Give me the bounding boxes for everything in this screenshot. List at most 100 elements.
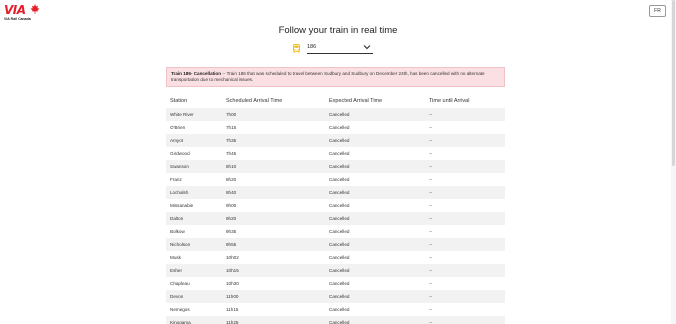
header-time-until-arrival: Time until Arrival <box>429 98 470 104</box>
cell-time-until: -- <box>429 112 433 117</box>
cell-scheduled-time: 8h40 <box>226 190 237 195</box>
cell-scheduled-time: 11h00 <box>226 294 239 299</box>
cell-time-until: -- <box>429 320 433 324</box>
alert-title: Train 186- Cancellation <box>171 71 222 76</box>
cancellation-alert: Train 186- Cancellation -- Train 186 tha… <box>166 67 505 87</box>
table-row: Devon 11h00 Cancelled -- <box>166 290 505 303</box>
cell-expected-time: Cancelled <box>329 320 350 324</box>
cell-station: Amyot <box>170 138 184 143</box>
cell-time-until: -- <box>429 255 433 260</box>
cell-time-until: -- <box>429 216 433 221</box>
cell-time-until: -- <box>429 294 433 299</box>
table-row: O'Brien 7h15 Cancelled -- <box>166 121 505 134</box>
cell-expected-time: Cancelled <box>329 164 350 169</box>
language-toggle-button[interactable]: FR <box>649 5 666 17</box>
table-row: Kinogama 11h25 Cancelled -- <box>166 316 505 324</box>
cell-expected-time: Cancelled <box>329 138 350 143</box>
header-station: Station <box>170 98 188 104</box>
cell-scheduled-time: 7h15 <box>226 125 237 130</box>
cell-expected-time: Cancelled <box>329 242 350 247</box>
chevron-down-icon[interactable] <box>363 44 371 50</box>
cell-station: Nicholson <box>170 242 191 247</box>
cell-station: Nemegos <box>170 307 190 312</box>
cell-scheduled-time: 7h35 <box>226 138 237 143</box>
table-row: Bolkow 9h35 Cancelled -- <box>166 225 505 238</box>
cell-time-until: -- <box>429 164 433 169</box>
train-number-value: 186 <box>307 44 317 50</box>
train-selector: 186 <box>293 43 383 55</box>
table-row: Amyot 7h35 Cancelled -- <box>166 134 505 147</box>
table-row: Nicholson 9h55 Cancelled -- <box>166 238 505 251</box>
cell-station: Swanson <box>170 164 189 169</box>
cell-scheduled-time: 9h00 <box>226 203 237 208</box>
cell-scheduled-time: 7h45 <box>226 151 237 156</box>
cell-station: Devon <box>170 294 184 299</box>
cell-expected-time: Cancelled <box>329 177 350 182</box>
cell-station: Franz <box>170 177 182 182</box>
train-number-select[interactable]: 186 <box>307 43 373 54</box>
cell-expected-time: Cancelled <box>329 268 350 273</box>
cell-expected-time: Cancelled <box>329 125 350 130</box>
table-row: Missanabie 9h00 Cancelled -- <box>166 199 505 212</box>
maple-leaf-icon <box>30 4 40 14</box>
table-body: White River 7h00 Cancelled -- O'Brien 7h15 Can… <box>166 108 505 324</box>
scrollbar-thumb[interactable] <box>672 0 675 166</box>
table-row: Franz 8h20 Cancelled -- <box>166 173 505 186</box>
cell-station: White River <box>170 112 194 117</box>
cell-scheduled-time: 10h30 <box>226 281 239 286</box>
table-row: Swanson 8h10 Cancelled -- <box>166 160 505 173</box>
cell-station: Musk <box>170 255 181 260</box>
cell-scheduled-time: 8h20 <box>226 177 237 182</box>
cell-station: Missanabie <box>170 203 194 208</box>
cell-time-until: -- <box>429 177 433 182</box>
cell-expected-time: Cancelled <box>329 294 350 299</box>
cell-time-until: -- <box>429 190 433 195</box>
cell-scheduled-time: 7h00 <box>226 112 237 117</box>
cell-station: Bolkow <box>170 229 185 234</box>
cell-time-until: -- <box>429 151 433 156</box>
table-row: Esher 10h15 Cancelled -- <box>166 264 505 277</box>
cell-time-until: -- <box>429 268 433 273</box>
cell-time-until: -- <box>429 203 433 208</box>
header-expected-arrival: Expected Arrival Time <box>329 98 383 104</box>
logo-subtext: VIA Rail Canada <box>4 17 31 21</box>
table-row: Girdwood 7h45 Cancelled -- <box>166 147 505 160</box>
cell-time-until: -- <box>429 307 433 312</box>
cell-scheduled-time: 10h02 <box>226 255 239 260</box>
cell-scheduled-time: 9h35 <box>226 229 237 234</box>
cell-expected-time: Cancelled <box>329 281 350 286</box>
cell-station: Lochalsh <box>170 190 189 195</box>
cell-scheduled-time: 10h15 <box>226 268 239 273</box>
cell-station: O'Brien <box>170 125 186 130</box>
page-title: Follow your train in real time <box>278 25 398 36</box>
cell-time-until: -- <box>429 229 433 234</box>
cell-time-until: -- <box>429 125 433 130</box>
cell-station: Kinogama <box>170 320 191 324</box>
cell-time-until: -- <box>429 138 433 143</box>
cell-scheduled-time: 9h20 <box>226 216 237 221</box>
via-rail-logo[interactable]: VIA VIA Rail Canada <box>4 4 44 24</box>
cell-expected-time: Cancelled <box>329 203 350 208</box>
cell-scheduled-time: 11h25 <box>226 320 239 324</box>
cell-expected-time: Cancelled <box>329 229 350 234</box>
cell-station: Esher <box>170 268 183 273</box>
table-row: Musk 10h02 Cancelled -- <box>166 251 505 264</box>
cell-expected-time: Cancelled <box>329 307 350 312</box>
cell-scheduled-time: 11h15 <box>226 307 239 312</box>
table-row: Lochalsh 8h40 Cancelled -- <box>166 186 505 199</box>
cell-expected-time: Cancelled <box>329 190 350 195</box>
train-icon <box>293 44 300 53</box>
cell-time-until: -- <box>429 281 433 286</box>
cell-scheduled-time: 9h55 <box>226 242 237 247</box>
cell-expected-time: Cancelled <box>329 151 350 156</box>
cell-station: Girdwood <box>170 151 190 156</box>
cell-expected-time: Cancelled <box>329 112 350 117</box>
table-row: Chapleau 10h30 Cancelled -- <box>166 277 505 290</box>
table-header: Station Scheduled Arrival Time Expected … <box>166 95 505 108</box>
cell-station: Dalton <box>170 216 184 221</box>
logo-wordmark: VIA <box>4 3 26 17</box>
arrival-table: Station Scheduled Arrival Time Expected … <box>166 95 505 324</box>
table-row: Dalton 9h20 Cancelled -- <box>166 212 505 225</box>
cell-expected-time: Cancelled <box>329 255 350 260</box>
cell-time-until: -- <box>429 242 433 247</box>
